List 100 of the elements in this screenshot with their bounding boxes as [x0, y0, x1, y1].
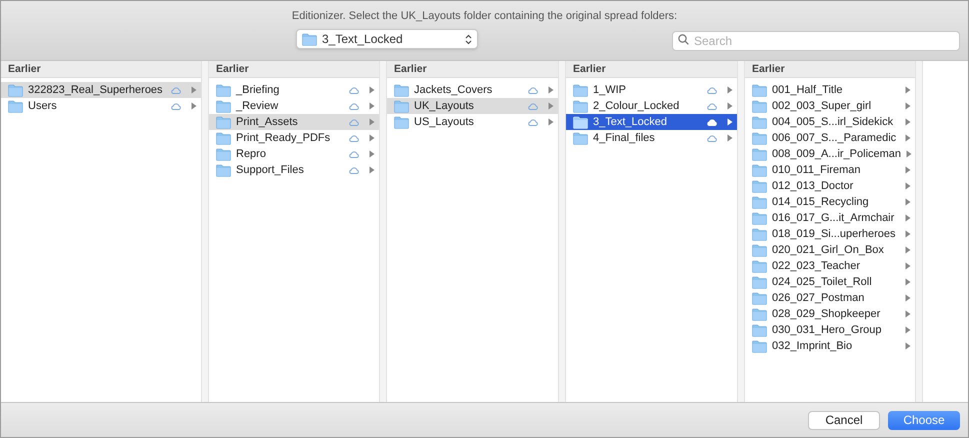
updown-chevron-icon: [465, 34, 472, 44]
folder-row[interactable]: 018_019_Si...uperheroes: [745, 226, 915, 242]
folder-name: 002_003_Super_girl: [772, 99, 872, 114]
folder-row[interactable]: 010_011_Fireman: [745, 162, 915, 178]
folder-icon: [752, 116, 767, 128]
folder-name: 022_023_Teacher: [772, 259, 862, 274]
folder-name: Print_Assets: [236, 115, 299, 130]
column-header: Earlier: [387, 61, 558, 78]
folder-row[interactable]: 001_Half_Title: [745, 82, 915, 98]
location-popup[interactable]: 3_Text_Locked: [296, 29, 478, 49]
folder-row[interactable]: 016_017_G...it_Armchair: [745, 210, 915, 226]
folder-row[interactable]: 020_021_Girl_On_Box: [745, 242, 915, 258]
folder-icon: [302, 32, 317, 46]
column-header: Earlier: [566, 61, 737, 78]
folder-row[interactable]: 014_015_Recycling: [745, 194, 915, 210]
column-header: Earlier: [1, 61, 201, 78]
folder-row[interactable]: UK_Layouts: [387, 98, 558, 114]
folder-row[interactable]: Users: [1, 98, 201, 114]
folder-row[interactable]: 008_009_A...ir_Policeman: [745, 146, 915, 162]
folder-name: 028_029_Shopkeeper: [772, 307, 882, 322]
folder-row[interactable]: 4_Final_files: [566, 130, 737, 146]
folder-icon: [752, 180, 767, 192]
folder-name: 012_013_Doctor: [772, 179, 854, 194]
folder-name: 001_Half_Title: [772, 83, 844, 98]
folder-icon: [752, 100, 767, 112]
folder-name: Jackets_Covers: [414, 83, 494, 98]
folder-name: 4_Final_files: [593, 131, 656, 146]
folder-row[interactable]: Jackets_Covers: [387, 82, 558, 98]
folder-row[interactable]: 3_Text_Locked: [566, 114, 737, 130]
folder-row[interactable]: Repro: [209, 146, 379, 162]
folder-row[interactable]: Support_Files: [209, 162, 379, 178]
search-icon: [678, 34, 689, 44]
column-header: Earlier: [209, 61, 379, 78]
cancel-button[interactable]: Cancel: [808, 410, 880, 430]
folder-row[interactable]: 012_013_Doctor: [745, 178, 915, 194]
search-field[interactable]: Search: [672, 31, 960, 51]
folder-icon: [216, 148, 231, 160]
folder-icon: [8, 84, 23, 96]
folder-icon: [752, 84, 767, 96]
folder-row[interactable]: 026_027_Postman: [745, 290, 915, 306]
folder-row[interactable]: 022_023_Teacher: [745, 258, 915, 274]
folder-name: 030_031_Hero_Group: [772, 323, 882, 338]
folder-name: _Briefing: [236, 83, 280, 98]
folder-icon: [752, 164, 767, 176]
folder-name: 006_007_S..._Paramedic: [772, 131, 898, 146]
folder-name: 020_021_Girl_On_Box: [772, 243, 885, 258]
folder-row[interactable]: 2_Colour_Locked: [566, 98, 737, 114]
folder-name: 2_Colour_Locked: [593, 99, 680, 114]
folder-row[interactable]: 006_007_S..._Paramedic: [745, 130, 915, 146]
folder-icon: [752, 340, 767, 352]
folder-row[interactable]: 1_WIP: [566, 82, 737, 98]
folder-name: Repro: [236, 147, 267, 162]
folder-icon: [8, 100, 23, 112]
folder-name: 322823_Real_Superheroes: [28, 83, 164, 98]
folder-icon: [752, 212, 767, 224]
folder-name: 1_WIP: [593, 83, 628, 98]
folder-name: 032_Imprint_Bio: [772, 339, 854, 354]
folder-icon: [573, 84, 588, 96]
folder-icon: [573, 132, 588, 144]
folder-row[interactable]: 032_Imprint_Bio: [745, 338, 915, 354]
folder-row[interactable]: _Briefing: [209, 82, 379, 98]
folder-icon: [394, 84, 409, 96]
folder-row[interactable]: 004_005_S...irl_Sidekick: [745, 114, 915, 130]
folder-icon: [752, 324, 767, 336]
folder-icon: [216, 132, 231, 144]
folder-row[interactable]: 002_003_Super_girl: [745, 98, 915, 114]
folder-name: 026_027_Postman: [772, 291, 866, 306]
folder-icon: [752, 308, 767, 320]
folder-name: 014_015_Recycling: [772, 195, 870, 210]
folder-name: 3_Text_Locked: [593, 115, 668, 130]
folder-icon: [394, 116, 409, 128]
folder-icon: [216, 100, 231, 112]
folder-icon: [752, 196, 767, 208]
folder-icon: [216, 84, 231, 96]
folder-name: 004_005_S...irl_Sidekick: [772, 115, 894, 130]
folder-row[interactable]: Print_Assets: [209, 114, 379, 130]
folder-name: Support_Files: [236, 163, 305, 178]
column-header: Earlier: [745, 61, 915, 78]
folder-name: US_Layouts: [414, 115, 475, 130]
folder-icon: [394, 100, 409, 112]
folder-name: Print_Ready_PDFs: [236, 131, 332, 146]
folder-name: Users: [28, 99, 58, 114]
folder-row[interactable]: Print_Ready_PDFs: [209, 130, 379, 146]
folder-name: 010_011_Fireman: [772, 163, 862, 178]
folder-icon: [752, 276, 767, 288]
folder-icon: [216, 116, 231, 128]
folder-row[interactable]: US_Layouts: [387, 114, 558, 130]
folder-row[interactable]: _Review: [209, 98, 379, 114]
folder-row[interactable]: 028_029_Shopkeeper: [745, 306, 915, 322]
folder-name: 024_025_Toilet_Roll: [772, 275, 873, 290]
folder-name: UK_Layouts: [414, 99, 475, 114]
folder-icon: [752, 292, 767, 304]
folder-row[interactable]: 024_025_Toilet_Roll: [745, 274, 915, 290]
folder-row[interactable]: 322823_Real_Superheroes: [1, 82, 201, 98]
folder-icon: [573, 100, 588, 112]
folder-icon: [752, 148, 767, 160]
folder-icon: [752, 132, 767, 144]
folder-name: 018_019_Si...uperheroes: [772, 227, 897, 242]
folder-row[interactable]: 030_031_Hero_Group: [745, 322, 915, 338]
folder-icon: [752, 244, 767, 256]
